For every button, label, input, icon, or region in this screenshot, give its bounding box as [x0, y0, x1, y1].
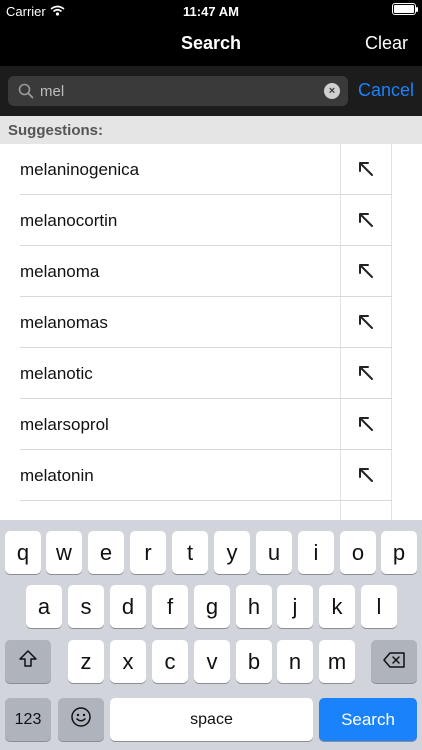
space-key[interactable]: space: [110, 698, 313, 741]
clear-text-icon[interactable]: ×: [324, 83, 340, 99]
key-m[interactable]: m: [319, 640, 355, 683]
shift-key[interactable]: [5, 640, 51, 683]
status-time: 11:47 AM: [183, 4, 239, 19]
search-key[interactable]: Search: [319, 698, 417, 741]
list-item[interactable]: [0, 501, 422, 520]
fill-arrow-icon[interactable]: [340, 297, 392, 347]
key-w[interactable]: w: [46, 531, 82, 574]
list-item[interactable]: melanomas: [0, 297, 422, 348]
keyboard: q w e r t y u i o p a s d f g h j k l z …: [0, 520, 422, 750]
fill-arrow-icon[interactable]: [340, 246, 392, 296]
key-k[interactable]: k: [319, 585, 355, 628]
key-z[interactable]: z: [68, 640, 104, 683]
key-g[interactable]: g: [194, 585, 230, 628]
list-item[interactable]: melanotic: [0, 348, 422, 399]
clear-button[interactable]: Clear: [365, 33, 408, 54]
key-i[interactable]: i: [298, 531, 334, 574]
list-item[interactable]: melarsoprol: [0, 399, 422, 450]
suggestion-label: melanoma: [20, 262, 100, 281]
key-c[interactable]: c: [152, 640, 188, 683]
fill-arrow-icon[interactable]: [340, 501, 392, 520]
page-title: Search: [180, 33, 242, 53]
suggestion-label: melatonin: [20, 466, 94, 485]
backspace-icon: [382, 649, 406, 675]
search-icon: [18, 83, 34, 99]
key-v[interactable]: v: [194, 640, 230, 683]
key-l[interactable]: l: [361, 585, 397, 628]
search-bar: × Cancel: [0, 66, 422, 116]
key-p[interactable]: p: [381, 531, 417, 574]
cancel-button[interactable]: Cancel: [358, 80, 414, 101]
emoji-key[interactable]: [58, 698, 104, 741]
key-r[interactable]: r: [130, 531, 166, 574]
fill-arrow-icon[interactable]: [340, 399, 392, 449]
suggestion-label: melaninogenica: [20, 160, 140, 179]
suggestions-header: Suggestions:: [0, 116, 422, 144]
key-a[interactable]: a: [26, 585, 62, 628]
numbers-key[interactable]: 123: [5, 698, 51, 741]
status-bar: Carrier 11:47 AM: [0, 0, 422, 22]
key-q[interactable]: q: [5, 531, 41, 574]
suggestion-label: melanotic: [20, 364, 93, 383]
emoji-icon: [70, 706, 92, 734]
list-item[interactable]: melanocortin: [0, 195, 422, 246]
key-u[interactable]: u: [256, 531, 292, 574]
key-x[interactable]: x: [110, 640, 146, 683]
battery-icon: [392, 3, 418, 15]
key-s[interactable]: s: [68, 585, 104, 628]
fill-arrow-icon[interactable]: [340, 144, 392, 194]
suggestion-label: melanocortin: [20, 211, 118, 230]
suggestions-list: melaninogenica melanocortin melanoma mel…: [0, 144, 422, 520]
fill-arrow-icon[interactable]: [340, 195, 392, 245]
list-item[interactable]: melanoma: [0, 246, 422, 297]
key-e[interactable]: e: [88, 531, 124, 574]
key-d[interactable]: d: [110, 585, 146, 628]
fill-arrow-icon[interactable]: [340, 348, 392, 398]
suggestion-label: melanomas: [20, 313, 108, 332]
key-f[interactable]: f: [152, 585, 188, 628]
delete-key[interactable]: [371, 640, 417, 683]
list-item[interactable]: melatonin: [0, 450, 422, 501]
fill-arrow-icon[interactable]: [340, 450, 392, 500]
search-field[interactable]: ×: [8, 76, 348, 106]
key-h[interactable]: h: [236, 585, 272, 628]
key-n[interactable]: n: [277, 640, 313, 683]
list-item[interactable]: melaninogenica: [0, 144, 422, 195]
suggestion-label: melarsoprol: [20, 415, 109, 434]
key-t[interactable]: t: [172, 531, 208, 574]
key-o[interactable]: o: [340, 531, 376, 574]
nav-bar: Search Clear: [0, 22, 422, 66]
shift-icon: [18, 649, 38, 675]
key-j[interactable]: j: [277, 585, 313, 628]
key-y[interactable]: y: [214, 531, 250, 574]
search-input[interactable]: [40, 80, 320, 102]
key-b[interactable]: b: [236, 640, 272, 683]
